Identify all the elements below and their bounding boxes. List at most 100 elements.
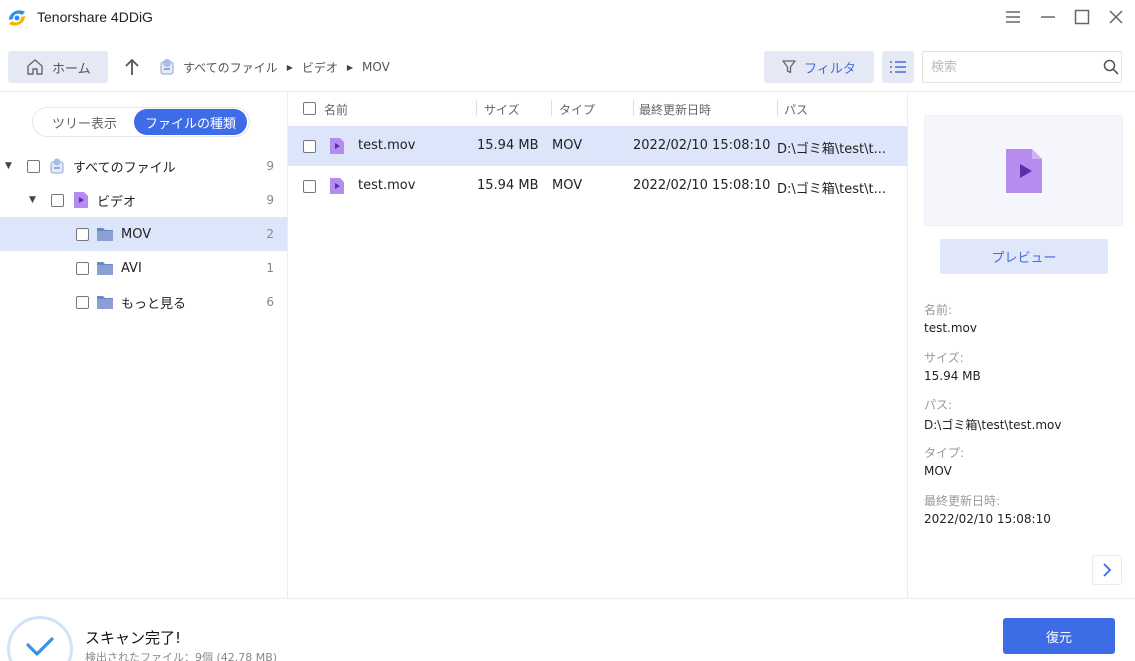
column-header-name[interactable]: 名前 (324, 101, 348, 118)
search-icon[interactable] (1101, 53, 1121, 81)
checkbox[interactable] (76, 227, 89, 241)
file-type-tab[interactable]: ファイルの種類 (134, 109, 247, 135)
tree-item-count: 6 (266, 295, 274, 309)
info-modified-value: 2022/02/10 15:08:10 (924, 512, 1051, 526)
tree-item-label: MOV (121, 226, 152, 242)
video-file-icon (330, 178, 344, 194)
maximize-icon[interactable] (1070, 6, 1094, 28)
all-files-icon (50, 158, 64, 174)
app-window: Tenorshare 4DDiG ホーム すべてのファイル ▶ ビデオ ▶ MO… (0, 0, 1135, 661)
video-file-icon (1005, 148, 1042, 193)
home-button[interactable]: ホーム (8, 51, 108, 83)
row-checkbox[interactable] (303, 140, 316, 153)
app-logo-icon (9, 10, 25, 26)
tree-item-count: 9 (266, 159, 274, 173)
breadcrumb: すべてのファイル ▶ ビデオ ▶ MOV (157, 57, 390, 77)
filter-label: フィルタ (804, 61, 856, 77)
tree-item-count: 1 (266, 261, 274, 275)
column-separator[interactable] (633, 100, 634, 116)
breadcrumb-item-mov[interactable]: MOV (362, 60, 390, 74)
table-row[interactable]: test.mov 15.94 MB MOV 2022/02/10 15:08:1… (288, 126, 907, 166)
tree-item-avi[interactable]: AVI 1 (0, 251, 287, 285)
column-separator[interactable] (476, 100, 477, 116)
preview-thumbnail (924, 115, 1123, 226)
close-icon[interactable] (1104, 6, 1128, 28)
column-header-size[interactable]: サイズ (484, 101, 520, 118)
tree-item-count: 2 (266, 227, 274, 241)
folder-icon (97, 228, 113, 241)
list-view-icon (890, 61, 906, 73)
checkbox[interactable] (51, 193, 64, 207)
title-bar: Tenorshare 4DDiG (0, 0, 1135, 36)
column-separator[interactable] (777, 100, 778, 116)
preview-button[interactable]: プレビュー (940, 239, 1108, 274)
cell-name: test.mov (358, 178, 416, 193)
checkbox[interactable] (76, 295, 89, 309)
column-header-type[interactable]: タイプ (559, 101, 595, 118)
tree-item-label: ビデオ (97, 194, 137, 210)
info-path-value: D:\ゴミ箱\test\test.mov (924, 418, 1062, 432)
column-header-modified[interactable]: 最終更新日時 (639, 101, 711, 118)
collapse-panel-button[interactable] (1092, 555, 1122, 585)
tree-item-label: AVI (121, 260, 142, 276)
cell-name: test.mov (358, 138, 416, 153)
tree-item-all-files[interactable]: ▼ すべてのファイル 9 (0, 149, 287, 183)
view-toggle: ツリー表示 ファイルの種類 (32, 107, 250, 137)
search-input[interactable] (923, 53, 1101, 81)
filter-icon (782, 60, 796, 74)
home-label: ホーム (52, 61, 91, 77)
cell-type: MOV (552, 178, 583, 193)
info-path-label: パス: (924, 398, 953, 412)
app-title: Tenorshare 4DDiG (37, 9, 153, 25)
info-name-value: test.mov (924, 321, 977, 335)
info-size-value: 15.94 MB (924, 369, 981, 383)
checkbox[interactable] (76, 261, 89, 275)
info-type-value: MOV (924, 464, 952, 478)
column-separator[interactable] (551, 100, 552, 116)
video-file-icon (330, 138, 344, 154)
tree-item-video[interactable]: ▼ ビデオ 9 (0, 183, 287, 217)
breadcrumb-separator-icon: ▶ (286, 62, 293, 72)
table-header: 名前 サイズ タイプ 最終更新日時 パス (288, 92, 907, 126)
expand-caret-icon[interactable]: ▼ (29, 195, 36, 205)
minimize-icon[interactable] (1036, 6, 1060, 28)
folder-icon (97, 296, 113, 309)
breadcrumb-separator-icon: ▶ (346, 62, 354, 72)
cell-size: 15.94 MB (477, 138, 539, 153)
list-view-button[interactable] (882, 51, 914, 83)
info-modified-label: 最終更新日時: (924, 494, 1001, 508)
up-arrow-icon[interactable] (121, 56, 143, 78)
cell-type: MOV (552, 138, 583, 153)
all-files-icon (160, 59, 174, 75)
table-row[interactable]: test.mov 15.94 MB MOV 2022/02/10 15:08:1… (288, 166, 907, 206)
tree-item-more[interactable]: もっと見る 6 (0, 285, 287, 319)
row-checkbox[interactable] (303, 180, 316, 193)
search-box (922, 51, 1122, 83)
chevron-right-icon (1103, 563, 1112, 577)
filter-button[interactable]: フィルタ (764, 51, 874, 83)
home-icon (27, 59, 43, 75)
info-name-label: 名前: (924, 303, 953, 317)
tree-item-label: すべてのファイル (73, 160, 176, 176)
info-type-label: タイプ: (924, 446, 965, 460)
details-panel: プレビュー 名前: test.mov サイズ: 15.94 MB パス: D:\… (908, 92, 1135, 598)
cell-modified: 2022/02/10 15:08:10 (633, 178, 771, 193)
cell-modified: 2022/02/10 15:08:10 (633, 138, 771, 153)
breadcrumb-item-all-files[interactable]: すべてのファイル (183, 59, 278, 76)
scan-complete-icon (7, 616, 73, 661)
expand-caret-icon[interactable]: ▼ (5, 161, 12, 171)
folder-icon (97, 262, 113, 275)
select-all-checkbox[interactable] (303, 102, 316, 115)
column-header-path[interactable]: パス (784, 101, 808, 118)
menu-icon[interactable] (1001, 6, 1025, 28)
scan-status-title: スキャン完了! (85, 629, 182, 647)
checkbox[interactable] (27, 159, 40, 173)
file-table: 名前 サイズ タイプ 最終更新日時 パス test.mov 15.94 MB M… (288, 92, 908, 598)
tree-item-mov[interactable]: MOV 2 (0, 217, 287, 251)
tree-view-tab[interactable]: ツリー表示 (35, 109, 134, 135)
tree-item-label: もっと見る (121, 296, 187, 312)
breadcrumb-item-video[interactable]: ビデオ (302, 59, 338, 76)
cell-path: D:\ゴミ箱\test\t... (777, 142, 886, 157)
recover-button[interactable]: 復元 (1003, 618, 1115, 654)
sidebar: ツリー表示 ファイルの種類 ▼ すべてのファイル 9 ▼ ビデオ 9 MOV 2… (0, 92, 288, 598)
